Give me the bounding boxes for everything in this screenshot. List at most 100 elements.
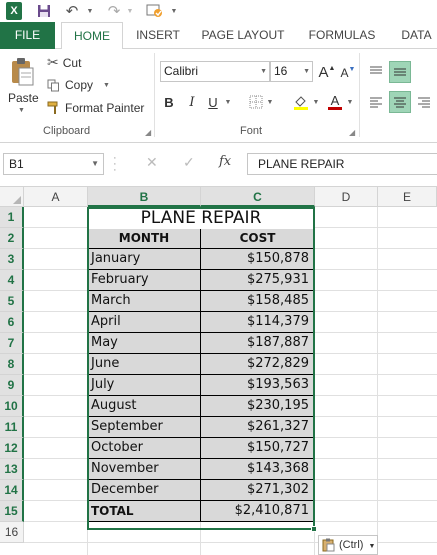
month-cell[interactable]: July — [88, 375, 201, 396]
font-launcher-icon[interactable]: ◢ — [349, 128, 355, 137]
month-cell[interactable]: September — [88, 417, 201, 438]
row-header-14[interactable]: 14 — [0, 480, 24, 501]
formula-input[interactable]: PLANE REPAIR — [247, 153, 437, 175]
row-header-13[interactable]: 13 — [0, 459, 24, 480]
align-top-button[interactable] — [367, 61, 385, 81]
tab-data[interactable]: DATA — [396, 22, 437, 49]
font-color-button[interactable]: A — [326, 93, 344, 111]
borders-button[interactable] — [248, 93, 264, 111]
row-header-16[interactable]: 16 — [0, 522, 24, 543]
font-color-icon: A — [330, 93, 340, 108]
enter-icon[interactable]: ✓ — [183, 154, 195, 171]
cost-cell[interactable]: $230,195 — [201, 396, 315, 417]
cost-cell[interactable]: $114,379 — [201, 312, 315, 333]
font-color-dropdown-icon[interactable]: ▼ — [346, 93, 354, 111]
tab-file[interactable]: FILE — [0, 22, 55, 49]
cost-cell[interactable]: $150,878 — [201, 249, 315, 270]
insert-function-icon[interactable]: fx — [219, 154, 231, 169]
row-header-5[interactable]: 5 — [0, 291, 24, 312]
month-cell[interactable]: December — [88, 480, 201, 501]
cost-header-cell[interactable]: COST — [201, 228, 315, 249]
row-header-1[interactable]: 1 — [0, 207, 24, 228]
fill-handle[interactable] — [311, 526, 317, 532]
save-icon[interactable] — [36, 2, 52, 20]
font-size-select[interactable]: 16 ▼ — [270, 61, 313, 82]
align-center-button[interactable] — [389, 91, 411, 113]
title-cell[interactable]: PLANE REPAIR — [88, 207, 314, 229]
bold-button[interactable]: B — [162, 93, 176, 111]
italic-button[interactable]: I — [186, 93, 198, 111]
fill-color-button[interactable] — [292, 93, 310, 111]
column-header-b[interactable]: B — [88, 187, 201, 207]
month-cell[interactable]: January — [88, 249, 201, 270]
total-cost-cell[interactable]: $2,410,871 — [201, 501, 315, 522]
row-header-12[interactable]: 12 — [0, 438, 24, 459]
redo-dropdown-icon[interactable]: ▼ — [126, 2, 134, 20]
column-header-a[interactable]: A — [24, 187, 88, 207]
underline-dropdown-icon[interactable]: ▼ — [224, 93, 232, 111]
underline-button[interactable]: U — [206, 93, 220, 111]
row-header-15[interactable]: 15 — [0, 501, 24, 522]
copy-button[interactable]: Copy ▼ — [47, 78, 110, 92]
select-all-button[interactable] — [0, 187, 24, 207]
cost-cell[interactable]: $158,485 — [201, 291, 315, 312]
cost-cell[interactable]: $193,563 — [201, 375, 315, 396]
tab-insert[interactable]: INSERT — [134, 22, 182, 49]
row-header-10[interactable]: 10 — [0, 396, 24, 417]
format-painter-button[interactable]: Format Painter — [47, 101, 144, 115]
cost-cell[interactable]: $143,368 — [201, 459, 315, 480]
cost-cell[interactable]: $271,302 — [201, 480, 315, 501]
tab-home[interactable]: HOME — [61, 22, 123, 50]
cost-cell[interactable]: $275,931 — [201, 270, 315, 291]
ribbon-home: Paste ▼ ✂ Cut Copy ▼ Format Painter Clip… — [0, 49, 437, 143]
cut-button[interactable]: ✂ Cut — [47, 54, 81, 71]
align-middle-button[interactable] — [389, 61, 411, 83]
cost-cell[interactable]: $150,727 — [201, 438, 315, 459]
month-cell[interactable]: November — [88, 459, 201, 480]
row-header-3[interactable]: 3 — [0, 249, 24, 270]
touch-mode-icon[interactable] — [146, 2, 164, 20]
undo-icon[interactable]: ↶ — [64, 2, 80, 20]
month-cell[interactable]: February — [88, 270, 201, 291]
undo-dropdown-icon[interactable]: ▼ — [86, 2, 94, 20]
month-cell[interactable]: March — [88, 291, 201, 312]
row-header-2[interactable]: 2 — [0, 228, 24, 249]
paste-options-button[interactable]: (Ctrl) ▼ — [318, 535, 378, 555]
align-right-button[interactable] — [415, 92, 433, 112]
resize-handle-icon[interactable]: · · · — [113, 153, 117, 176]
month-cell[interactable]: October — [88, 438, 201, 459]
column-header-d[interactable]: D — [315, 187, 378, 207]
row-header-9[interactable]: 9 — [0, 375, 24, 396]
month-cell[interactable]: June — [88, 354, 201, 375]
month-cell[interactable]: August — [88, 396, 201, 417]
align-left-button[interactable] — [367, 92, 385, 112]
cost-cell[interactable]: $272,829 — [201, 354, 315, 375]
row-header-4[interactable]: 4 — [0, 270, 24, 291]
customize-qat-icon[interactable]: ▼ — [170, 2, 178, 20]
font-name-select[interactable]: Calibri ▼ — [160, 61, 270, 82]
name-box[interactable]: B1 ▼ — [3, 153, 104, 175]
column-header-e[interactable]: E — [378, 187, 437, 207]
row-header-11[interactable]: 11 — [0, 417, 24, 438]
copy-dropdown-icon[interactable]: ▼ — [103, 82, 110, 89]
shrink-font-button[interactable]: A ▼ — [340, 64, 356, 82]
fill-color-dropdown-icon[interactable]: ▼ — [312, 93, 320, 111]
tab-page-layout[interactable]: PAGE LAYOUT — [200, 22, 286, 49]
row-header-6[interactable]: 6 — [0, 312, 24, 333]
month-cell[interactable]: April — [88, 312, 201, 333]
total-label-cell[interactable]: TOTAL — [88, 501, 201, 522]
clipboard-launcher-icon[interactable]: ◢ — [145, 128, 151, 137]
tab-formulas[interactable]: FORMULAS — [307, 22, 377, 49]
cost-cell[interactable]: $261,327 — [201, 417, 315, 438]
row-header-8[interactable]: 8 — [0, 354, 24, 375]
redo-icon[interactable]: ↷ — [106, 2, 122, 20]
month-header-cell[interactable]: MONTH — [88, 228, 201, 249]
paste-dropdown-icon[interactable]: ▼ — [18, 107, 25, 114]
borders-dropdown-icon[interactable]: ▼ — [266, 93, 274, 111]
row-header-7[interactable]: 7 — [0, 333, 24, 354]
cost-cell[interactable]: $187,887 — [201, 333, 315, 354]
month-cell[interactable]: May — [88, 333, 201, 354]
grow-font-button[interactable]: A ▲ — [318, 63, 336, 81]
column-header-c[interactable]: C — [201, 187, 315, 207]
cancel-icon[interactable]: ✕ — [146, 154, 158, 171]
